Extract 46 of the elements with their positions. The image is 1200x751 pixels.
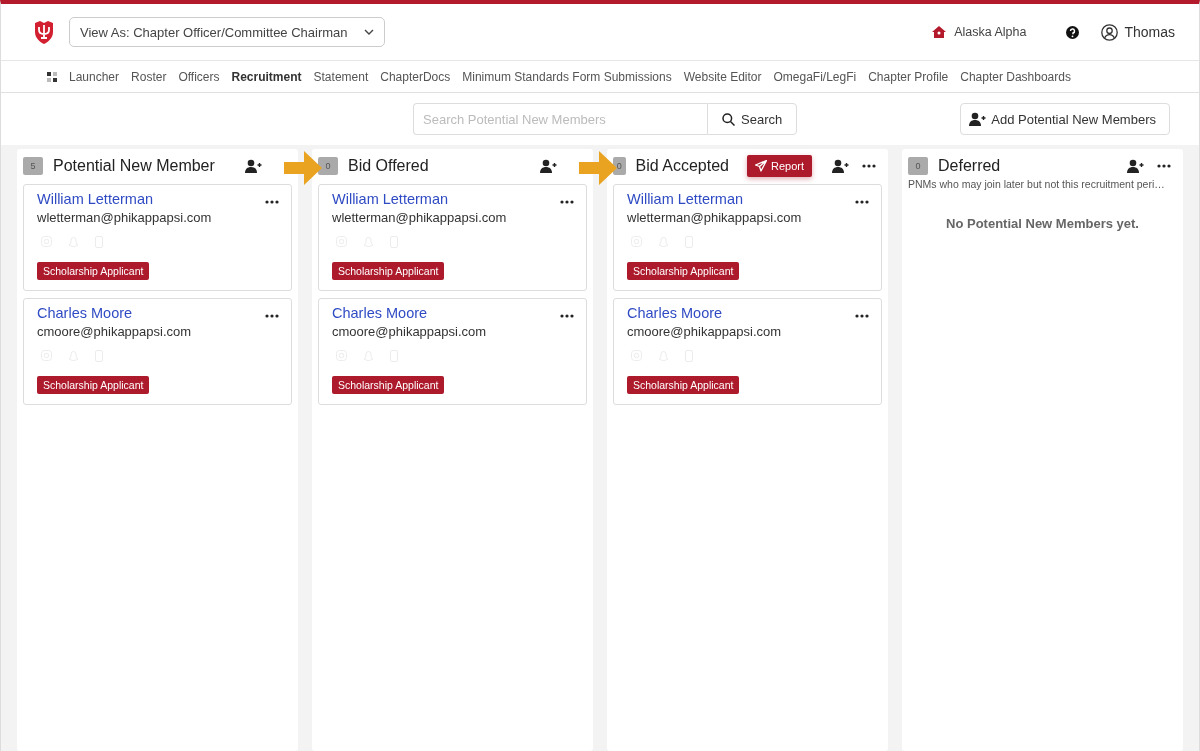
column-title: Bid Offered <box>348 157 429 175</box>
member-email: cmoore@phikappapsi.com <box>627 324 783 339</box>
column-title: Potential New Member <box>53 157 215 175</box>
member-name-link[interactable]: Charles Moore <box>37 305 279 321</box>
nav-link[interactable]: Statement <box>313 69 369 84</box>
column-description: PNMs who may join later but not this recruitment peri… <box>908 178 1166 190</box>
nav-link[interactable]: ChapterDocs <box>380 69 451 84</box>
member-email: cmoore@phikappapsi.com <box>332 324 488 339</box>
empty-message: No Potential New Members yet. <box>945 216 1140 231</box>
member-email: wletterman@phikappapsi.com <box>332 210 508 225</box>
scholarship-tag: Scholarship Applicant <box>37 262 150 280</box>
scholarship-tag: Scholarship Applicant <box>332 376 445 394</box>
search-button[interactable]: Search <box>707 103 798 135</box>
member-email: wletterman@phikappapsi.com <box>627 210 803 225</box>
scholarship-tag: Scholarship Applicant <box>627 262 740 280</box>
nav-link[interactable]: Recruitment <box>231 69 302 84</box>
view-as-dropdown[interactable]: View As: Chapter Officer/Committee Chairman <box>69 17 385 47</box>
member-name-link[interactable]: William Letterman <box>332 191 574 207</box>
column-title: Deferred <box>938 157 1001 175</box>
member-name-link[interactable]: Charles Moore <box>332 305 574 321</box>
member-name-link[interactable]: William Letterman <box>627 191 869 207</box>
nav-link[interactable]: Chapter Profile <box>868 69 949 84</box>
nav-link[interactable]: OmegaFi/LegFi <box>773 69 857 84</box>
nav-link[interactable]: Chapter Dashboards <box>960 69 1071 84</box>
nav-link[interactable]: Website Editor <box>683 69 762 84</box>
scholarship-tag: Scholarship Applicant <box>37 376 150 394</box>
report-button[interactable]: Report <box>746 155 812 177</box>
count-badge: 5 <box>23 157 43 175</box>
count-badge: 0 <box>318 157 338 175</box>
search-field[interactable]: Search Potential New Members <box>413 103 707 135</box>
scholarship-tag: Scholarship Applicant <box>627 376 740 394</box>
user-name[interactable]: Thomas <box>1124 24 1175 40</box>
nav-link[interactable]: Officers <box>178 69 220 84</box>
nav-link[interactable]: Roster <box>131 69 167 84</box>
member-email: cmoore@phikappapsi.com <box>37 324 193 339</box>
add-members-button[interactable]: Add Potential New Members <box>960 103 1170 135</box>
chapter-name[interactable]: Alaska Alpha <box>954 25 1027 39</box>
member-name-link[interactable]: William Letterman <box>37 191 279 207</box>
count-badge: 0 <box>613 157 626 175</box>
nav-link[interactable]: Minimum Standards Form Submissions <box>462 69 672 84</box>
member-name-link[interactable]: Charles Moore <box>627 305 869 321</box>
member-email: wletterman@phikappapsi.com <box>37 210 213 225</box>
column-title: Bid Accepted <box>635 157 729 175</box>
scholarship-tag: Scholarship Applicant <box>332 262 445 280</box>
nav-link[interactable]: Launcher <box>69 69 120 84</box>
count-badge: 0 <box>908 157 928 175</box>
